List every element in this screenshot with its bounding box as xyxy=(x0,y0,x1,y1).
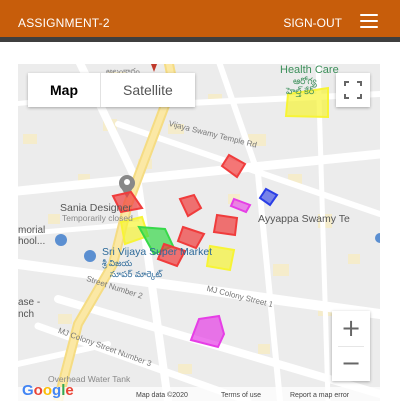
fullscreen-icon xyxy=(344,81,362,99)
sri-vijaya-label: Sri Vijaya Super Market xyxy=(102,246,213,258)
google-map[interactable]: Health Care ఆరోగ్య హెల్త్ కేర్ అలంకారం V… xyxy=(18,64,380,401)
google-logo[interactable]: Google xyxy=(22,382,74,399)
zoom-control: + − xyxy=(332,311,370,381)
poi-icon xyxy=(55,234,67,246)
zoom-in-button[interactable]: + xyxy=(332,311,370,346)
map-type-control: Map Satellite xyxy=(28,73,195,107)
health-care-sub-label: హెల్త్ కేర్ xyxy=(286,86,315,96)
sign-out-button[interactable]: SIGN-OUT xyxy=(283,16,342,30)
health-care-label: Health Care xyxy=(280,64,339,76)
map-type-satellite-button[interactable]: Satellite xyxy=(101,73,195,107)
zoom-divider xyxy=(338,346,364,347)
map-data-attribution: Map data ©2020 xyxy=(136,392,188,399)
zoom-out-button[interactable]: − xyxy=(332,346,370,381)
map-base-layer xyxy=(18,64,380,401)
ase-label: ase - xyxy=(18,297,41,308)
polygon-red xyxy=(212,213,239,237)
ranch-label: nch xyxy=(18,309,35,320)
ayyappa-swamy-label: Ayyappa Swamy Te xyxy=(258,213,350,225)
hamburger-menu-icon[interactable] xyxy=(360,14,378,28)
map-type-map-button[interactable]: Map xyxy=(28,73,100,107)
temporarily-closed-label: Temporarily closed xyxy=(62,213,133,223)
fullscreen-button[interactable] xyxy=(336,73,370,107)
super-market-telugu-label: సూపర్ మార్కెట్ xyxy=(110,269,163,279)
app-title: ASSIGNMENT-2 xyxy=(18,16,110,30)
terms-of-use-link[interactable]: Terms of use xyxy=(221,392,261,399)
top-app-bar: ASSIGNMENT-2 SIGN-OUT xyxy=(0,0,400,42)
memorial-label: morial xyxy=(18,225,46,236)
shopping-poi-icon xyxy=(84,250,96,262)
report-map-error-link[interactable]: Report a map error xyxy=(290,392,349,399)
school-label: hool... xyxy=(18,236,46,247)
